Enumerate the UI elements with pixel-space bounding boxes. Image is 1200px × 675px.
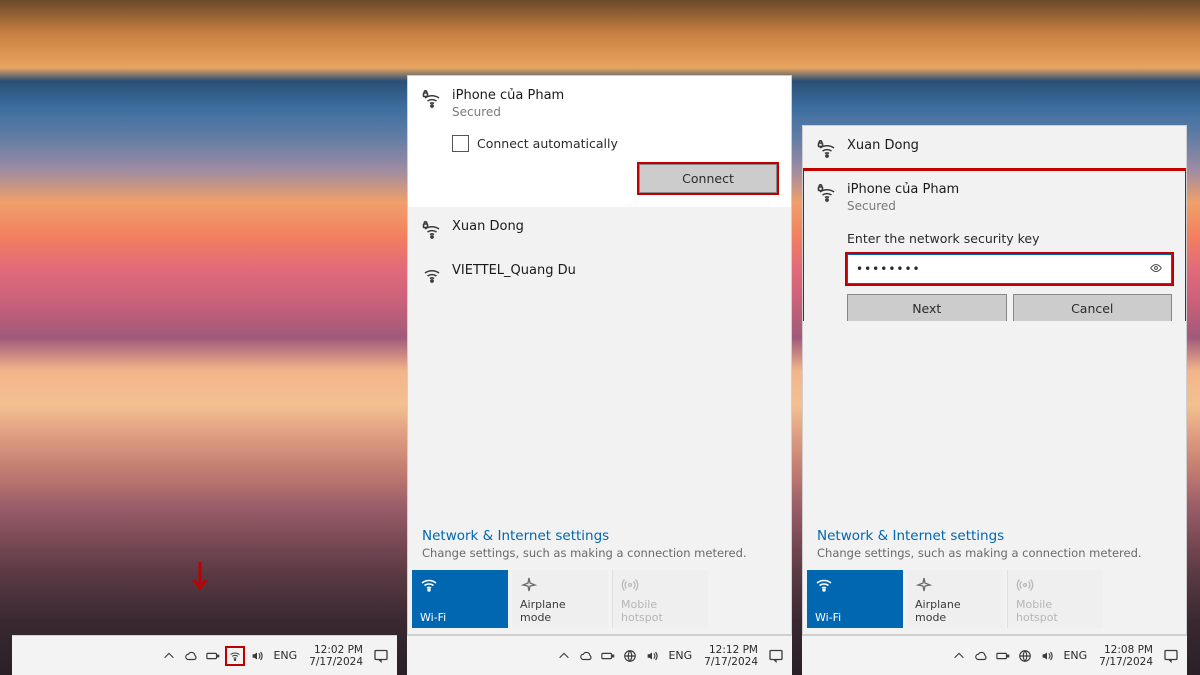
network-item-xuandong[interactable]: Xuan Dong — [408, 207, 791, 251]
battery-icon[interactable] — [205, 648, 221, 664]
volume-icon[interactable] — [249, 648, 265, 664]
settings-subtitle: Change settings, such as making a connec… — [817, 546, 1172, 560]
airplane-icon — [520, 576, 538, 594]
settings-subtitle: Change settings, such as making a connec… — [422, 546, 777, 560]
volume-icon[interactable] — [644, 648, 660, 664]
wifi-secured-icon — [422, 221, 442, 241]
language-indicator[interactable]: ENG — [666, 649, 694, 662]
network-name: Xuan Dong — [847, 138, 1172, 153]
globe-icon[interactable] — [1017, 648, 1033, 664]
wifi-secured-icon — [817, 140, 837, 160]
battery-icon[interactable] — [600, 648, 616, 664]
checkbox-label: Connect automatically — [477, 136, 618, 151]
clock[interactable]: 12:12 PM 7/17/2024 — [704, 644, 758, 668]
connect-automatically-checkbox[interactable]: Connect automatically — [408, 129, 791, 160]
clock-date: 7/17/2024 — [309, 656, 363, 668]
taskbar: ENG 12:02 PM 7/17/2024 — [12, 635, 397, 675]
quick-actions: Wi-Fi Airplane mode Mobile hotspot — [803, 566, 1186, 634]
chevron-up-icon[interactable] — [951, 648, 967, 664]
taskbar: ENG 12:08 PM 7/17/2024 — [802, 635, 1187, 675]
clock-time: 12:08 PM — [1099, 644, 1153, 656]
airplane-icon — [915, 576, 933, 594]
reveal-password-icon[interactable] — [1149, 261, 1163, 278]
network-item-viettel[interactable]: VIETTEL_Quang Du — [408, 251, 791, 295]
tile-hotspot: Mobile hotspot — [1007, 570, 1103, 628]
settings-title: Network & Internet settings — [422, 528, 777, 544]
wifi-secured-icon — [817, 184, 837, 204]
tile-label: Mobile hotspot — [1016, 598, 1095, 624]
cloud-icon[interactable] — [973, 648, 989, 664]
tile-airplane[interactable]: Airplane mode — [512, 570, 608, 628]
clock-date: 7/17/2024 — [1099, 656, 1153, 668]
network-item-xuandong[interactable]: Xuan Dong — [803, 126, 1186, 170]
network-name: VIETTEL_Quang Du — [452, 263, 777, 278]
tile-wifi[interactable]: Wi-Fi — [412, 570, 508, 628]
clock[interactable]: 12:02 PM 7/17/2024 — [309, 644, 363, 668]
wifi-flyout: iPhone của Pham Secured Connect automati… — [407, 75, 792, 635]
language-indicator[interactable]: ENG — [1061, 649, 1089, 662]
tile-label: Wi-Fi — [420, 611, 500, 624]
wifi-open-icon — [422, 265, 442, 285]
wifi-secured-icon — [422, 90, 442, 110]
network-settings-link[interactable]: Network & Internet settings Change setti… — [803, 516, 1186, 566]
connect-button[interactable]: Connect — [639, 164, 777, 193]
battery-icon[interactable] — [995, 648, 1011, 664]
wifi-tray-icon[interactable] — [227, 648, 243, 664]
wifi-icon — [420, 576, 438, 594]
hotspot-icon — [621, 576, 639, 594]
tile-label: Airplane mode — [915, 598, 995, 624]
tile-label: Mobile hotspot — [621, 598, 700, 624]
network-name: Xuan Dong — [452, 219, 777, 234]
action-center-icon[interactable] — [373, 648, 389, 664]
network-name: iPhone của Pham — [452, 88, 777, 103]
clock-time: 12:12 PM — [704, 644, 758, 656]
password-input[interactable]: •••••••• — [847, 254, 1172, 284]
cloud-icon[interactable] — [578, 648, 594, 664]
wifi-icon — [815, 576, 833, 594]
tile-airplane[interactable]: Airplane mode — [907, 570, 1003, 628]
taskbar: ENG 12:12 PM 7/17/2024 — [407, 635, 792, 675]
annotation-highlight: iPhone của Pham Secured Enter the networ… — [803, 170, 1186, 321]
clock-date: 7/17/2024 — [704, 656, 758, 668]
cancel-button[interactable]: Cancel — [1013, 294, 1173, 321]
action-center-icon[interactable] — [768, 648, 784, 664]
chevron-up-icon[interactable] — [556, 648, 572, 664]
tile-wifi[interactable]: Wi-Fi — [807, 570, 903, 628]
cloud-icon[interactable] — [183, 648, 199, 664]
password-value: •••••••• — [856, 262, 921, 276]
chevron-up-icon[interactable] — [161, 648, 177, 664]
settings-title: Network & Internet settings — [817, 528, 1172, 544]
network-status: Secured — [452, 105, 777, 119]
network-status: Secured — [847, 199, 1172, 213]
tile-hotspot: Mobile hotspot — [612, 570, 708, 628]
network-item-iphone[interactable]: iPhone của Pham Secured — [408, 76, 791, 129]
password-prompt-label: Enter the network security key — [847, 231, 1172, 246]
network-settings-link[interactable]: Network & Internet settings Change setti… — [408, 516, 791, 566]
language-indicator[interactable]: ENG — [271, 649, 299, 662]
annotation-arrow — [190, 560, 210, 597]
action-center-icon[interactable] — [1163, 648, 1179, 664]
quick-actions: Wi-Fi Airplane mode Mobile hotspot — [408, 566, 791, 634]
tile-label: Wi-Fi — [815, 611, 895, 624]
next-button[interactable]: Next — [847, 294, 1007, 321]
clock[interactable]: 12:08 PM 7/17/2024 — [1099, 644, 1153, 668]
network-name: iPhone của Pham — [847, 182, 1172, 197]
clock-time: 12:02 PM — [309, 644, 363, 656]
network-item-iphone[interactable]: iPhone của Pham Secured — [803, 170, 1186, 223]
globe-icon[interactable] — [622, 648, 638, 664]
checkbox-icon — [452, 135, 469, 152]
tile-label: Airplane mode — [520, 598, 600, 624]
wifi-flyout: Xuan Dong iPhone của Pham Secured Enter … — [802, 125, 1187, 635]
volume-icon[interactable] — [1039, 648, 1055, 664]
hotspot-icon — [1016, 576, 1034, 594]
